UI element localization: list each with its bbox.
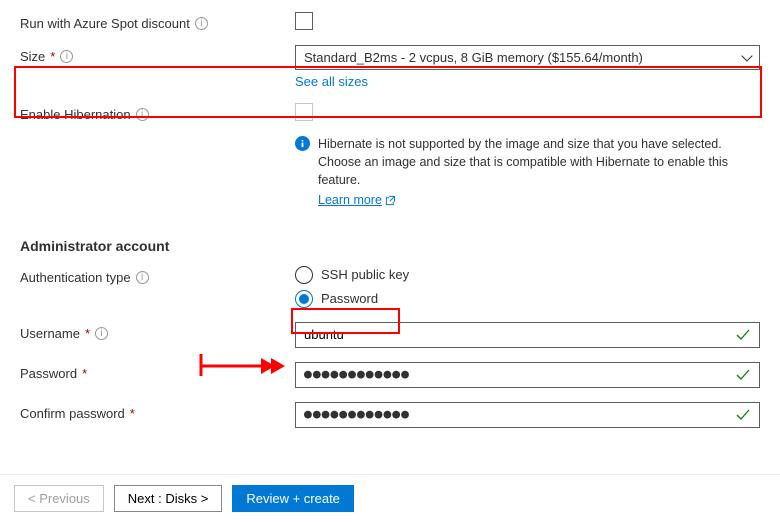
required-marker: * bbox=[130, 406, 135, 421]
hibernation-label: Enable Hibernation bbox=[20, 107, 131, 122]
password-label: Password bbox=[20, 366, 77, 381]
auth-password-radio[interactable]: Password bbox=[295, 290, 760, 308]
size-label: Size bbox=[20, 49, 45, 64]
chevron-down-icon bbox=[741, 50, 752, 61]
username-label: Username bbox=[20, 326, 80, 341]
info-icon[interactable]: i bbox=[60, 50, 73, 63]
previous-button[interactable]: < Previous bbox=[14, 485, 104, 512]
admin-section-title: Administrator account bbox=[20, 238, 760, 254]
check-icon bbox=[735, 407, 751, 423]
info-status-icon bbox=[295, 136, 310, 151]
learn-more-link[interactable]: Learn more bbox=[318, 191, 396, 209]
check-icon bbox=[735, 327, 751, 343]
size-value: Standard_B2ms - 2 vcpus, 8 GiB memory ($… bbox=[304, 50, 643, 65]
info-icon[interactable]: i bbox=[136, 108, 149, 121]
auth-password-label: Password bbox=[321, 291, 378, 306]
required-marker: * bbox=[82, 366, 87, 381]
review-create-button[interactable]: Review + create bbox=[232, 485, 354, 512]
hibernation-note: Hibernate is not supported by the image … bbox=[318, 137, 728, 187]
auth-ssh-radio[interactable]: SSH public key bbox=[295, 266, 760, 284]
size-dropdown[interactable]: Standard_B2ms - 2 vcpus, 8 GiB memory ($… bbox=[295, 45, 760, 70]
see-all-sizes-link[interactable]: See all sizes bbox=[295, 74, 368, 89]
spot-label: Run with Azure Spot discount bbox=[20, 16, 190, 31]
required-marker: * bbox=[85, 326, 90, 341]
info-icon[interactable]: i bbox=[136, 271, 149, 284]
check-icon bbox=[735, 367, 751, 383]
info-icon[interactable]: i bbox=[195, 17, 208, 30]
info-icon[interactable]: i bbox=[95, 327, 108, 340]
auth-type-label: Authentication type bbox=[20, 270, 131, 285]
confirm-password-label: Confirm password bbox=[20, 406, 125, 421]
next-button[interactable]: Next : Disks > bbox=[114, 485, 223, 512]
auth-ssh-label: SSH public key bbox=[321, 267, 409, 282]
confirm-password-input[interactable]: ●●●●●●●●●●●● bbox=[304, 407, 735, 422]
username-input[interactable] bbox=[304, 327, 735, 342]
password-input[interactable]: ●●●●●●●●●●●● bbox=[304, 367, 735, 382]
spot-checkbox[interactable] bbox=[295, 12, 313, 30]
footer-bar: < Previous Next : Disks > Review + creat… bbox=[0, 474, 780, 522]
external-link-icon bbox=[385, 195, 396, 206]
hibernation-checkbox[interactable] bbox=[295, 103, 313, 121]
required-marker: * bbox=[50, 49, 55, 64]
